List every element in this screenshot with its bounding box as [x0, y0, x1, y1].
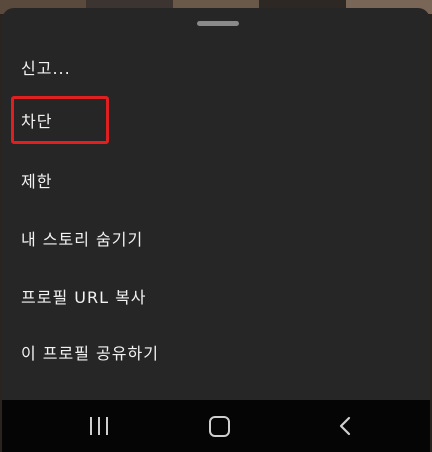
screen: 신고... 차단 제한 내 스토리 숨기기 프로필 URL 복사 이 프로필 공… — [0, 0, 432, 452]
menu-item-label: 신고... — [21, 59, 71, 78]
home-button[interactable] — [194, 400, 244, 452]
drag-handle[interactable] — [197, 21, 239, 26]
recents-icon — [90, 417, 108, 435]
menu-item-hide-story[interactable]: 내 스토리 숨기기 — [0, 215, 432, 261]
recents-button[interactable] — [74, 400, 124, 452]
back-button[interactable] — [320, 400, 370, 452]
menu-item-label: 이 프로필 공유하기 — [21, 344, 159, 363]
menu-item-copy-profile-url[interactable]: 프로필 URL 복사 — [0, 273, 432, 319]
highlight-box — [11, 96, 109, 144]
menu-item-report[interactable]: 신고... — [0, 44, 432, 90]
system-navigation-bar — [2, 400, 430, 452]
menu-item-share-profile[interactable]: 이 프로필 공유하기 — [0, 329, 432, 375]
menu-item-label: 내 스토리 숨기기 — [21, 230, 144, 249]
menu-item-label: 프로필 URL 복사 — [21, 288, 147, 307]
home-icon — [208, 415, 230, 437]
menu-item-restrict[interactable]: 제한 — [0, 157, 432, 203]
menu-item-label: 제한 — [21, 172, 53, 191]
back-icon — [339, 416, 351, 436]
